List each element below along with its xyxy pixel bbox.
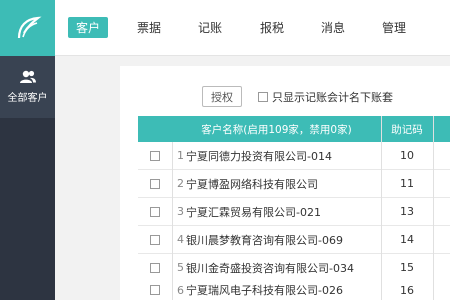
mnemonic-code-cell: 13 [400,205,414,218]
customer-name-cell[interactable]: 2 宁夏博盈网络科技有限公司 [177,170,318,197]
tab-messages[interactable]: 消息 [313,17,353,38]
column-divider [433,116,434,300]
table-header: 客户名称(启用109家，禁用0家) 助记码 [138,116,450,142]
table-row[interactable]: 2 宁夏博盈网络科技有限公司 11 [138,170,450,198]
row-index: 3 [177,205,184,218]
row-index: 2 [177,177,184,190]
customer-name-cell[interactable]: 1 宁夏同德力投资有限公司-014 [177,142,332,169]
sidebar-item-all-customers[interactable]: 全部客户 [0,56,55,118]
row-checkbox[interactable] [150,285,160,295]
tab-bookkeeping[interactable]: 记账 [190,17,230,38]
customer-name[interactable]: 宁夏同德力投资有限公司-014 [186,148,332,164]
row-checkbox[interactable] [150,263,160,273]
authorize-button[interactable]: 授权 [202,86,242,107]
filter-checkbox[interactable] [258,92,268,102]
column-header-name[interactable]: 客户名称(启用109家，禁用0家) [172,116,381,142]
filter-checkbox-group[interactable]: 只显示记账会计名下账套 [258,89,393,105]
table-row[interactable]: 4 银川晨梦教育咨询有限公司-069 14 [138,226,450,254]
customer-name[interactable]: 宁夏博盈网络科技有限公司 [186,176,318,192]
row-checkbox[interactable] [150,179,160,189]
row-index: 1 [177,149,184,162]
table-row[interactable]: 3 宁夏汇霖贸易有限公司-021 13 [138,198,450,226]
customer-name[interactable]: 银川晨梦教育咨询有限公司-069 [186,232,343,248]
customer-name-cell[interactable]: 6 宁夏瑞风电子科技有限公司-026 [177,280,343,300]
tab-customers[interactable]: 客户 [68,17,109,38]
mnemonic-code-cell: 16 [400,283,414,297]
row-checkbox[interactable] [150,151,160,161]
table-row[interactable]: 1 宁夏同德力投资有限公司-014 10 [138,142,450,170]
leaf-logo-icon [17,16,42,39]
row-index: 6 [177,283,184,297]
customer-name[interactable]: 银川金奇盛投资咨询有限公司-034 [186,260,354,276]
users-icon [19,70,36,83]
customer-name-cell[interactable]: 3 宁夏汇霖贸易有限公司-021 [177,198,321,225]
customer-name[interactable]: 宁夏汇霖贸易有限公司-021 [186,204,321,220]
mnemonic-code-cell: 11 [400,177,414,190]
tab-management[interactable]: 管理 [374,17,414,38]
sidebar-item-label: 全部客户 [7,93,48,104]
customer-name[interactable]: 宁夏瑞风电子科技有限公司-026 [186,282,343,298]
customer-name-cell[interactable]: 5 银川金奇盛投资咨询有限公司-034 [177,254,354,281]
row-checkbox[interactable] [150,235,160,245]
customer-name-cell[interactable]: 4 银川晨梦教育咨询有限公司-069 [177,226,343,253]
app-logo [0,0,55,56]
sidebar: 全部客户 [0,56,55,300]
column-divider [381,116,382,300]
column-divider [172,142,173,300]
mnemonic-code-cell: 10 [400,149,414,162]
row-checkbox[interactable] [150,207,160,217]
table-row[interactable]: 5 银川金奇盛投资咨询有限公司-034 15 [138,254,450,282]
mnemonic-code-cell: 14 [400,233,414,246]
tab-invoices[interactable]: 票据 [129,17,169,38]
mnemonic-code-cell: 15 [400,261,414,274]
row-index: 5 [177,261,184,274]
filter-checkbox-label: 只显示记账会计名下账套 [272,91,393,104]
row-index: 4 [177,233,184,246]
column-header-code[interactable]: 助记码 [381,116,433,142]
tab-tax-filing[interactable]: 报税 [252,17,292,38]
table-row[interactable]: 6 宁夏瑞风电子科技有限公司-026 16 [138,280,450,300]
